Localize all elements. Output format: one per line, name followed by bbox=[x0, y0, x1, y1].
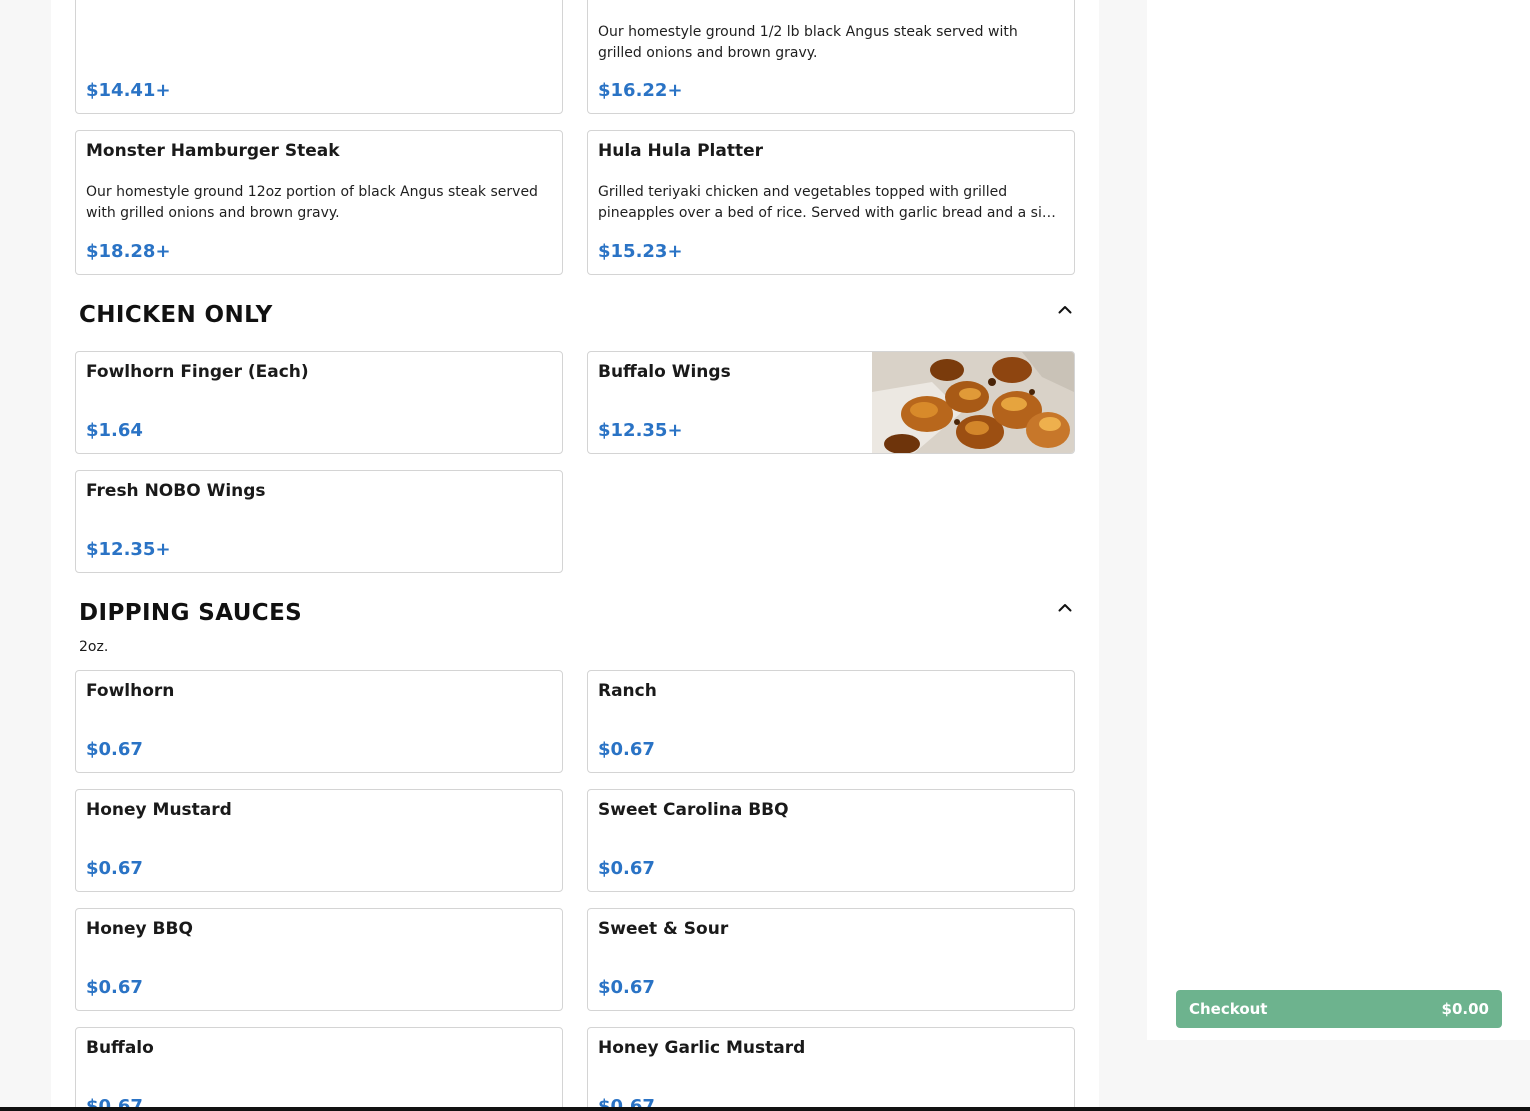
chevron-up-icon bbox=[1058, 305, 1072, 313]
menu-item-name: Sweet Carolina BBQ bbox=[598, 800, 789, 820]
menu-item-price: $0.67 bbox=[598, 977, 655, 998]
collapse-section-button[interactable] bbox=[1053, 299, 1077, 319]
menu-item-price: $0.67 bbox=[86, 739, 143, 760]
menu-item-name: Honey Garlic Mustard bbox=[598, 1038, 806, 1058]
window-bottom-edge bbox=[0, 1107, 1530, 1111]
menu-item-price: $12.35+ bbox=[598, 420, 683, 441]
section-title-chicken-only: CHICKEN ONLY bbox=[79, 302, 273, 328]
menu-item-price: $1.64 bbox=[86, 420, 143, 441]
menu-item-price: $18.28+ bbox=[86, 241, 171, 262]
section-description: 2oz. bbox=[79, 639, 109, 655]
menu-item-price: $12.35+ bbox=[86, 539, 171, 560]
menu-item-card[interactable]: Honey Mustard $0.67 bbox=[75, 789, 563, 892]
menu-item-price: $16.22+ bbox=[598, 80, 683, 101]
chevron-up-icon bbox=[1058, 603, 1072, 611]
menu-item-card[interactable]: $14.41+ bbox=[75, 0, 563, 114]
menu-item-description: Our homestyle ground 1/2 lb black Angus … bbox=[598, 24, 1018, 61]
menu-item-card[interactable]: Buffalo Wings $12.35+ bbox=[587, 351, 1075, 454]
menu-item-card[interactable]: Fresh NOBO Wings $12.35+ bbox=[75, 470, 563, 573]
menu-item-card[interactable]: Ranch $0.67 bbox=[587, 670, 1075, 773]
menu-item-card[interactable]: Our homestyle ground 1/2 lb black Angus … bbox=[587, 0, 1075, 114]
menu-item-price: $0.67 bbox=[598, 858, 655, 879]
menu-item-name: Buffalo bbox=[86, 1038, 154, 1058]
menu-item-card[interactable]: Honey BBQ $0.67 bbox=[75, 908, 563, 1011]
menu-item-card[interactable]: Monster Hamburger Steak Our homestyle gr… bbox=[75, 130, 563, 275]
menu-item-name: Fowlhorn bbox=[86, 681, 175, 701]
menu-item-price: $0.67 bbox=[86, 977, 143, 998]
menu-panel: $14.41+ Our homestyle ground 1/2 lb blac… bbox=[51, 0, 1099, 1108]
menu-item-price: $15.23+ bbox=[598, 241, 683, 262]
cart-panel bbox=[1147, 0, 1530, 1040]
menu-item-card[interactable]: Sweet & Sour $0.67 bbox=[587, 908, 1075, 1011]
menu-item-card[interactable]: Fowlhorn $0.67 bbox=[75, 670, 563, 773]
checkout-label: Checkout bbox=[1189, 1000, 1268, 1018]
checkout-button[interactable]: Checkout $0.00 bbox=[1176, 990, 1502, 1028]
menu-item-price: $0.67 bbox=[598, 739, 655, 760]
menu-item-card[interactable]: Honey Garlic Mustard $0.67 bbox=[587, 1027, 1075, 1108]
menu-item-name: Buffalo Wings bbox=[598, 362, 731, 382]
buffalo-wings-photo bbox=[872, 352, 1074, 453]
menu-item-card[interactable]: Fowlhorn Finger (Each) $1.64 bbox=[75, 351, 563, 454]
menu-item-name: Fowlhorn Finger (Each) bbox=[86, 362, 309, 382]
menu-item-card[interactable]: Hula Hula Platter Grilled teriyaki chick… bbox=[587, 130, 1075, 275]
menu-item-description: Our homestyle ground 12oz portion of bla… bbox=[86, 184, 538, 221]
menu-item-name: Hula Hula Platter bbox=[598, 141, 764, 161]
menu-item-name: Honey BBQ bbox=[86, 919, 193, 939]
cart-total: $0.00 bbox=[1441, 1000, 1489, 1018]
menu-item-name: Monster Hamburger Steak bbox=[86, 141, 340, 161]
collapse-section-button[interactable] bbox=[1053, 597, 1077, 617]
menu-item-name: Ranch bbox=[598, 681, 657, 701]
menu-item-name: Honey Mustard bbox=[86, 800, 232, 820]
menu-item-name: Fresh NOBO Wings bbox=[86, 481, 266, 501]
section-title-dipping-sauces: DIPPING SAUCES bbox=[79, 600, 303, 626]
menu-item-name: Sweet & Sour bbox=[598, 919, 729, 939]
menu-item-card[interactable]: Buffalo $0.67 bbox=[75, 1027, 563, 1108]
menu-item-price: $14.41+ bbox=[86, 80, 171, 101]
menu-item-description: Grilled teriyaki chicken and vegetables … bbox=[598, 184, 1060, 221]
menu-item-card[interactable]: Sweet Carolina BBQ $0.67 bbox=[587, 789, 1075, 892]
menu-item-price: $0.67 bbox=[86, 858, 143, 879]
